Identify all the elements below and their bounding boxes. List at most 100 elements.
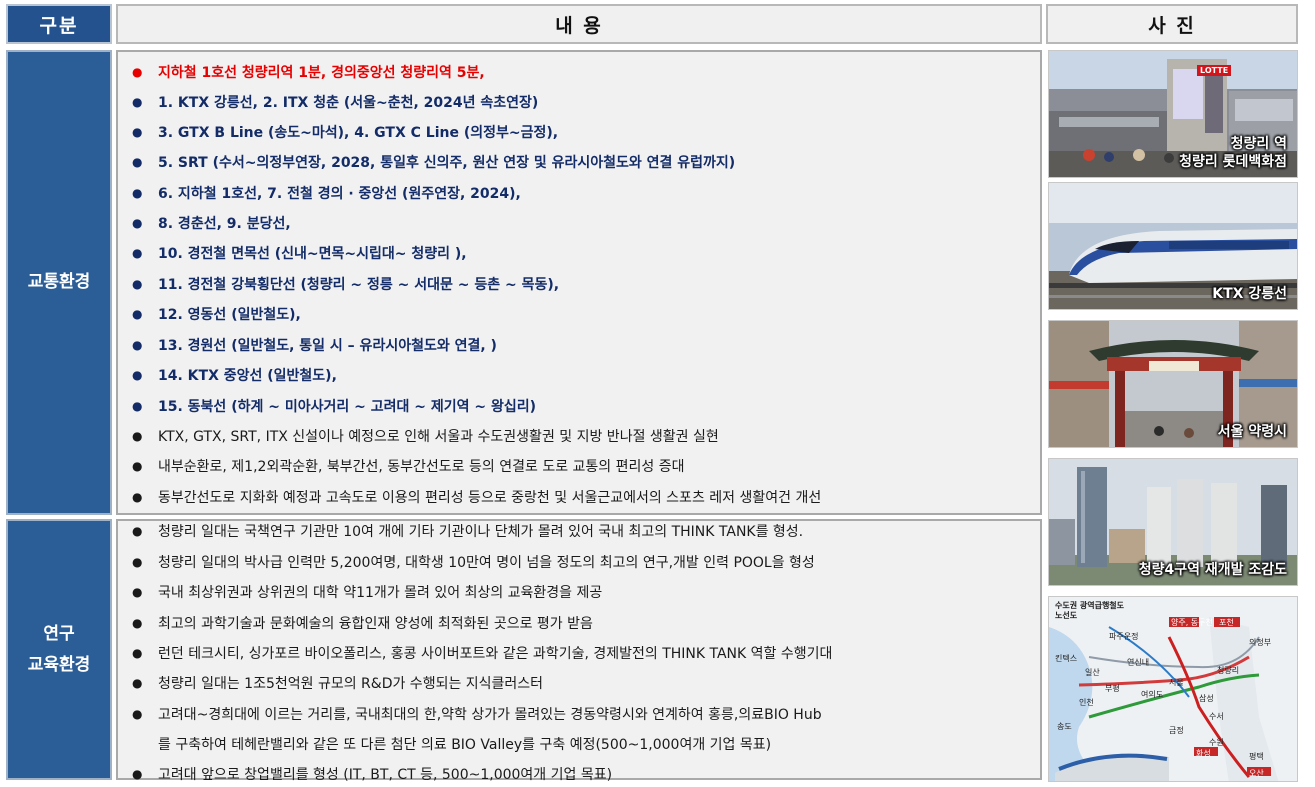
transport-item-text: 8. 경춘선, 9. 분당선, — [158, 216, 291, 232]
transport-item-text: 3. GTX B Line (송도~마석), 4. GTX C Line (의정… — [158, 125, 559, 141]
map-station-label: 평택 — [1249, 752, 1264, 761]
research-item: ● 청량리 일대의 박사급 인력만 5,200여명, 대학생 10만여 명이 넘… — [132, 549, 1034, 575]
bullet-icon: ● — [132, 216, 143, 230]
photo-caption-line1: 청량4구역 재개발 조감도 — [1138, 562, 1287, 578]
bullet-icon: ● — [132, 368, 143, 382]
transport-item: ● 11. 경전철 강북횡단선 (청량리 ~ 정릉 ~ 서대문 ~ 등촌 ~ 목… — [132, 271, 1034, 297]
research-item-text: 청량리 일대는 1조5천억원 규모의 R&D가 수행되는 지식클러스터 — [158, 676, 544, 692]
transport-content-panel: ● 지하철 1호선 청량리역 1분, 경의중앙선 청량리역 5분, ● 1. K… — [116, 50, 1042, 515]
research-item-text: 청량리 일대는 국책연구 기관만 10여 개에 기타 기관이나 단체가 몰려 있… — [158, 524, 804, 540]
bullet-icon: ● — [132, 676, 143, 690]
map-station-label: 킨텍스 — [1055, 654, 1078, 663]
photo-cheongnyangni-station: LOTTE 청량리 역 청량리 롯데백화점 — [1048, 50, 1298, 178]
research-item-text: 고려대 앞으로 창업밸리를 형성 (IT, BT, CT 등, 500~1,00… — [158, 767, 613, 783]
map-station-label: 포천 — [1219, 618, 1234, 627]
transport-item-text: 15. 동북선 (하계 ~ 미아사거리 ~ 고려대 ~ 제기역 ~ 왕십리) — [158, 399, 536, 415]
transport-item-text: 지하철 1호선 청량리역 1분, 경의중앙선 청량리역 5분, — [158, 65, 485, 81]
map-station-label: 인천 — [1079, 698, 1094, 707]
research-item: ● 청량리 일대는 1조5천억원 규모의 R&D가 수행되는 지식클러스터 — [132, 670, 1034, 696]
category-transport-label: 교통환경 — [27, 272, 91, 292]
category-transport: 교통환경 — [6, 50, 112, 515]
research-item-text: 청량리 일대의 박사급 인력만 5,200여명, 대학생 10만여 명이 넘을 … — [158, 555, 815, 571]
research-item-text: 를 구축하여 테헤란밸리와 같은 또 다른 첨단 의료 BIO Valley를 … — [158, 737, 772, 753]
photo-caption: 청량4구역 재개발 조감도 — [1139, 561, 1287, 579]
transport-item: ● 동부간선도로 지화화 예정과 고속도로 이용의 편리성 등으로 중랑천 및 … — [132, 484, 1034, 510]
bullet-icon: ● — [132, 338, 143, 352]
bullet-icon: ● — [132, 125, 143, 139]
category-research-education: 연구 교육환경 — [6, 519, 112, 780]
transport-item: ● 13. 경원선 (일반철도, 통일 시 – 유라시아철도와 연결, ) — [132, 332, 1034, 358]
red-bullet-icon: ● — [132, 65, 143, 79]
photo-caption-line1: 청량리 역 — [1230, 136, 1287, 152]
bullet-icon: ● — [132, 767, 143, 781]
transport-item: ● 15. 동북선 (하계 ~ 미아사거리 ~ 고려대 ~ 제기역 ~ 왕십리) — [132, 393, 1034, 419]
bullet-icon: ● — [132, 95, 143, 109]
transport-item-text: 12. 영동선 (일반철도), — [158, 307, 301, 323]
transport-item: ● 3. GTX B Line (송도~마석), 4. GTX C Line (… — [132, 119, 1034, 145]
transport-item-text: 14. KTX 중앙선 (일반철도), — [158, 368, 337, 384]
bullet-icon: ● — [132, 399, 143, 413]
map-station-label: 삼성 — [1199, 694, 1214, 703]
category-research-label-line1: 연구 — [43, 623, 75, 644]
category-research-label-line2: 교육환경 — [27, 654, 91, 675]
map-station-label: 서울 — [1169, 678, 1184, 687]
research-item: ● 고려대~경희대에 이르는 거리를, 국내최대의 한,약학 상가가 몰려있는 … — [132, 701, 1034, 727]
photo-seoul-yangnyeongsi: 서울 약령시 — [1048, 320, 1298, 448]
map-station-label: 의정부 — [1249, 638, 1272, 647]
map-station-label: 여의도 — [1141, 690, 1164, 699]
research-item: ● 최고의 과학기술과 문화예술의 융합인재 양성에 최적화된 곳으로 평가 받… — [132, 610, 1034, 636]
transport-item: ● 12. 영동선 (일반철도), — [132, 301, 1034, 327]
bullet-icon: ● — [132, 186, 143, 200]
transport-item-text: KTX, GTX, SRT, ITX 신설이나 예정으로 인해 서울과 수도권생… — [158, 429, 719, 445]
bullet-icon: ● — [132, 429, 143, 443]
photo-caption: 청량리 역 청량리 롯데백화점 — [1179, 135, 1287, 171]
bullet-icon: ● — [132, 646, 143, 660]
photo-cheongnyang4-redevelopment: 청량4구역 재개발 조감도 — [1048, 458, 1298, 586]
bullet-icon: ● — [132, 555, 143, 569]
map-station-label: 송도 — [1057, 722, 1072, 731]
transport-item: ● 6. 지하철 1호선, 7. 전철 경의 · 중앙선 (원주연장, 2024… — [132, 180, 1034, 206]
bullet-icon: ● — [132, 155, 143, 169]
research-item: ● 런던 테크시티, 싱가포르 바이오폴리스, 홍콩 사이버포트와 같은 과학기… — [132, 640, 1034, 666]
bullet-icon: ● — [132, 707, 143, 721]
transport-item: ● 10. 경전철 면목선 (신내~면목~시립대~ 청량리 ), — [132, 240, 1034, 266]
photo-gtx-route-map: 수도권 광역급행철도 노선도 양주, 동두천 포천 파주운정 의정부 킨텍스 일… — [1048, 596, 1298, 782]
map-station-label: 수서 — [1209, 712, 1224, 721]
transport-item: ● 14. KTX 중앙선 (일반철도), — [132, 362, 1034, 388]
research-item-text: 국내 최상위권과 상위권의 대학 약11개가 몰려 있어 최상의 교육환경을 제… — [158, 585, 603, 601]
photo-caption-line2: 청량리 롯데백화점 — [1179, 154, 1287, 170]
photo-caption-line1: KTX 강릉선 — [1212, 286, 1287, 302]
transport-item-text: 13. 경원선 (일반철도, 통일 시 – 유라시아철도와 연결, ) — [158, 338, 497, 354]
research-item-continuation: 를 구축하여 테헤란밸리와 같은 또 다른 첨단 의료 BIO Valley를 … — [132, 731, 1034, 757]
map-title-line2: 노선도 — [1055, 611, 1078, 620]
research-item-text: 고려대~경희대에 이르는 거리를, 국내최대의 한,약학 상가가 몰려있는 경동… — [158, 707, 822, 723]
map-station-label: 양주, 동두천 — [1171, 618, 1213, 627]
transport-item-text: 10. 경전철 면목선 (신내~면목~시립대~ 청량리 ), — [158, 246, 467, 262]
map-station-label: 일산 — [1085, 668, 1100, 677]
bullet-icon: ● — [132, 459, 143, 473]
map-station-label: 부평 — [1105, 684, 1120, 693]
header-content: 내 용 — [116, 4, 1042, 44]
transport-item-text: 6. 지하철 1호선, 7. 전철 경의 · 중앙선 (원주연장, 2024), — [158, 186, 521, 202]
research-item: ● 국내 최상위권과 상위권의 대학 약11개가 몰려 있어 최상의 교육환경을… — [132, 579, 1034, 605]
bullet-icon: ● — [132, 585, 143, 599]
bullet-icon: ● — [132, 246, 143, 260]
map-station-label: 연신내 — [1127, 658, 1150, 667]
header-category: 구분 — [6, 4, 112, 44]
bullet-icon: ● — [132, 616, 143, 630]
map-station-label: 금정 — [1169, 726, 1184, 735]
map-station-label: 청량리 — [1217, 666, 1240, 675]
photo-caption-line1: 서울 약령시 — [1217, 424, 1287, 440]
transport-item: ● 8. 경춘선, 9. 분당선, — [132, 210, 1034, 236]
lotte-sign: LOTTE — [1197, 65, 1232, 76]
header-photo: 사 진 — [1046, 4, 1298, 44]
transport-item-text: 내부순환로, 제1,2외곽순환, 북부간선, 동부간선도로 등의 연결로 도로 … — [158, 459, 685, 475]
transport-item-text: 11. 경전철 강북횡단선 (청량리 ~ 정릉 ~ 서대문 ~ 등촌 ~ 목동)… — [158, 277, 560, 293]
map-station-label: 파주운정 — [1109, 632, 1139, 641]
transport-item: ● 지하철 1호선 청량리역 1분, 경의중앙선 청량리역 5분, — [132, 59, 1034, 85]
research-item: ● 고려대 앞으로 창업밸리를 형성 (IT, BT, CT 등, 500~1,… — [132, 761, 1034, 787]
map-station-label: 오산 — [1249, 769, 1264, 778]
research-content-panel: ● 청량리 일대는 국책연구 기관만 10여 개에 기타 기관이나 단체가 몰려… — [116, 519, 1042, 783]
bullet-icon: ● — [132, 524, 143, 538]
research-item-text: 런던 테크시티, 싱가포르 바이오폴리스, 홍콩 사이버포트와 같은 과학기술,… — [158, 646, 833, 662]
